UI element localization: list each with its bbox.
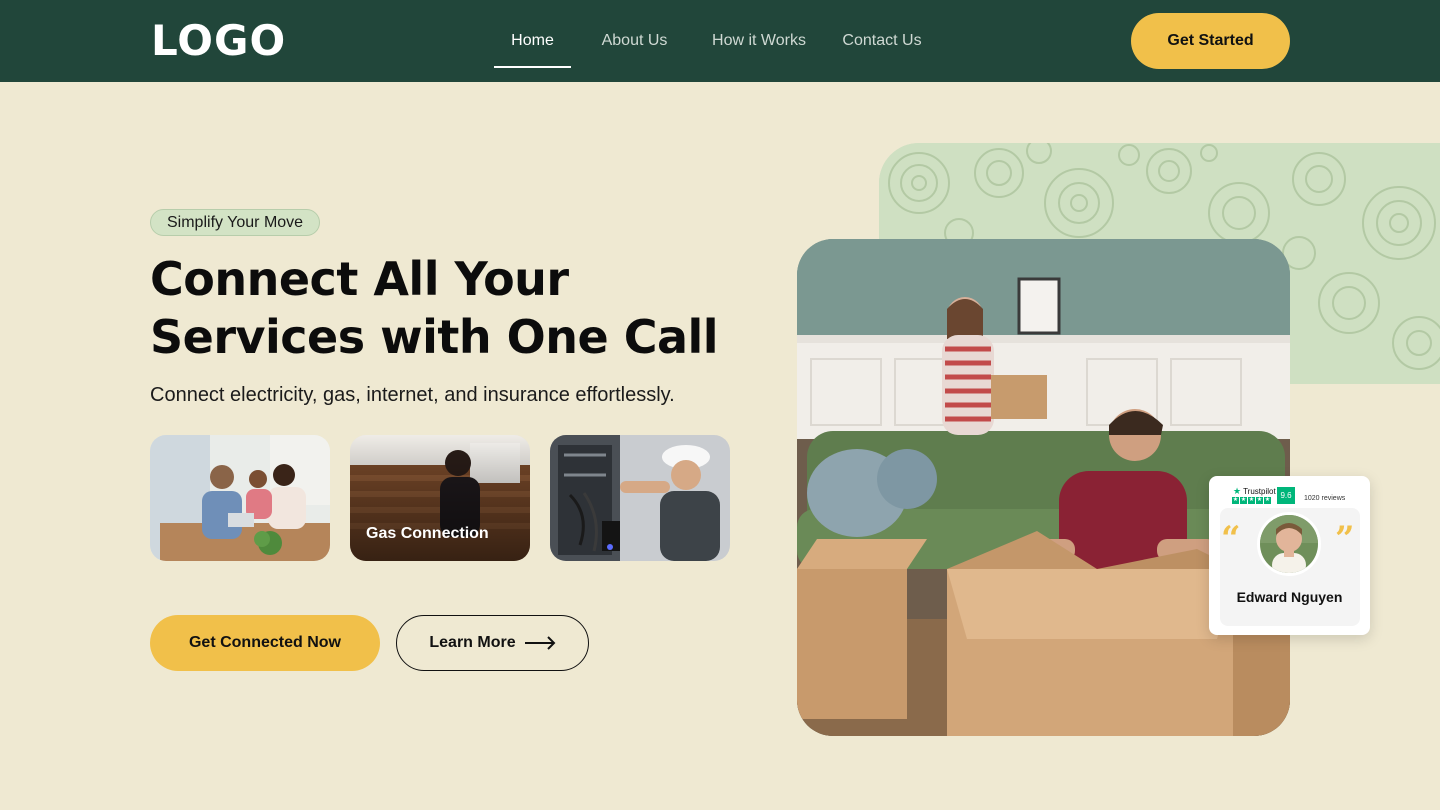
review-count: 1020 reviews [1304,495,1346,502]
reviewer-avatar-image [1260,515,1318,573]
arrow-right-icon [524,636,556,650]
open-quote-icon: “ [1221,519,1241,559]
headline-line-2: Services with One Call [150,310,719,364]
headline-line-1: Connect All Your [150,252,569,306]
hero-headline: Connect All Your Services with One Call [150,250,770,366]
get-connected-button[interactable]: Get Connected Now [150,615,380,671]
star-icon: ★ [1232,497,1239,504]
nav-about-us[interactable]: About Us [587,0,682,82]
service-card-meeting[interactable] [150,435,330,561]
nav-contact-us[interactable]: Contact Us [836,0,928,82]
learn-more-button[interactable]: Learn More [396,615,589,671]
review-card: ★ Trustpilot ★ ★ ★ ★ ★ 9.6 1020 reviews … [1209,476,1370,635]
family-meeting-photo [150,435,330,561]
service-card-electrician[interactable] [550,435,730,561]
trustpilot-logo: ★ Trustpilot [1233,486,1276,497]
reviewer-name: Edward Nguyen [1236,589,1343,605]
nav-home[interactable]: Home [494,0,571,82]
electrician-photo [550,435,730,561]
card-caption: Gas Connection [366,525,489,542]
reviewer-avatar [1257,512,1321,576]
learn-more-label: Learn More [429,634,516,651]
get-started-button[interactable]: Get Started [1131,13,1290,69]
star-icon: ★ [1248,497,1255,504]
logo[interactable]: LOGO [151,16,286,65]
service-cards: Gas Connection [150,435,730,561]
trustpilot-name: Trustpilot [1243,487,1276,496]
tagline-pill: Simplify Your Move [150,209,321,236]
trustpilot-star-icon: ★ [1233,486,1242,496]
site-header: LOGO Home About Us How it Works Contact … [0,0,1440,82]
main-nav: Home About Us How it Works Contact Us [494,0,928,82]
service-card-gas[interactable]: Gas Connection [350,435,530,561]
nav-how-it-works[interactable]: How it Works [704,0,814,82]
star-icon: ★ [1240,497,1247,504]
hero-subheading: Connect electricity, gas, internet, and … [150,384,675,406]
close-quote-icon: ” [1335,519,1355,559]
rating-stars: ★ ★ ★ ★ ★ [1232,497,1271,504]
trustpilot-score: 9.6 [1277,487,1295,504]
star-icon: ★ [1256,497,1263,504]
star-icon: ★ [1264,497,1271,504]
